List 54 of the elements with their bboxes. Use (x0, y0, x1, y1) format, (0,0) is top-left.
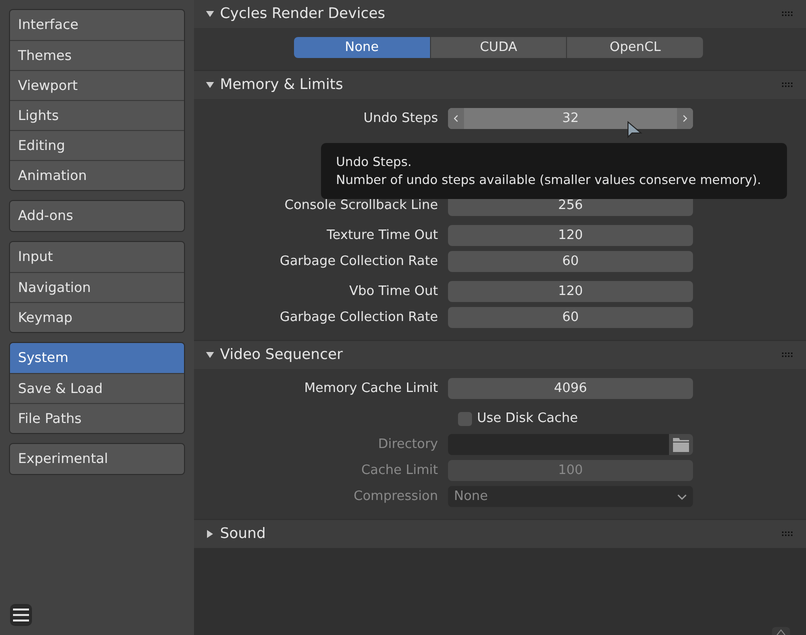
sidebar-item[interactable]: Viewport (10, 70, 184, 100)
number-field[interactable]: 60 (448, 307, 693, 328)
sidebar-item[interactable]: Editing (10, 130, 184, 160)
panel-header[interactable]: Sound (194, 520, 806, 548)
sidebar-item[interactable]: Lights (10, 100, 184, 130)
expand-triangle-icon[interactable] (206, 530, 214, 538)
field-label: Memory Cache Limit (303, 381, 439, 396)
collapse-triangle-icon[interactable] (206, 81, 214, 89)
drag-grip-icon[interactable] (782, 11, 794, 17)
sidebar-item[interactable]: Interface (10, 10, 184, 40)
drag-grip-icon[interactable] (782, 531, 794, 537)
tooltip-text: Number of undo steps available (smaller values conserve memory). (336, 171, 762, 189)
field-label: Garbage Collection Rate (278, 310, 439, 325)
drag-grip-icon[interactable] (782, 352, 794, 358)
sidebar-item[interactable]: Keymap (10, 302, 184, 332)
field-label: Texture Time Out (326, 228, 439, 243)
drag-grip-icon[interactable] (782, 82, 794, 88)
sidebar-item[interactable]: File Paths (10, 403, 184, 433)
sidebar-item[interactable]: Input (10, 242, 184, 272)
panel-header[interactable]: Video Sequencer (194, 341, 806, 369)
number-field[interactable]: 120 (448, 225, 693, 246)
field-label: Directory (377, 437, 439, 452)
field-label: Garbage Collection Rate (278, 254, 439, 269)
number-field[interactable]: 32 (448, 108, 693, 129)
number-field[interactable]: 4096 (448, 378, 693, 399)
sidebar-item[interactable]: Experimental (10, 444, 184, 474)
sidebar-item[interactable]: Navigation (10, 272, 184, 302)
sidebar-item[interactable]: System (10, 343, 184, 373)
number-field[interactable]: 60 (448, 251, 693, 272)
device-option-tab[interactable]: OpenCL (566, 37, 703, 58)
sidebar-item[interactable]: Add-ons (10, 201, 184, 231)
device-option-tab[interactable]: None (294, 37, 430, 58)
field-label: Vbo Time Out (348, 284, 439, 299)
sidebar-item[interactable]: Themes (10, 40, 184, 70)
collapse-triangle-icon[interactable] (206, 351, 214, 359)
sidebar-item[interactable]: Save & Load (10, 373, 184, 403)
number-field[interactable]: 120 (448, 281, 693, 302)
panel-header[interactable]: Cycles Render Devices (194, 0, 806, 28)
field-label: Undo Steps (362, 111, 439, 126)
sidebar-item[interactable]: Animation (10, 160, 184, 190)
chevron-down-icon[interactable] (677, 494, 687, 500)
tooltip-title: Undo Steps. (336, 153, 412, 171)
checkbox[interactable]: Use Disk Cache (458, 411, 578, 426)
device-option-tab[interactable]: CUDA (430, 37, 566, 58)
field-label: Compression (352, 489, 439, 504)
panel-header[interactable]: Memory & Limits (194, 71, 806, 99)
field-label: Console Scrollback Line (284, 198, 439, 213)
directory-field[interactable] (448, 434, 669, 455)
menu-icon[interactable] (10, 604, 32, 626)
mouse-cursor-icon (627, 121, 643, 141)
scroll-up-icon[interactable] (772, 627, 790, 635)
folder-icon[interactable] (669, 434, 693, 455)
collapse-triangle-icon[interactable] (206, 10, 214, 18)
field-label: Cache Limit (360, 463, 439, 478)
